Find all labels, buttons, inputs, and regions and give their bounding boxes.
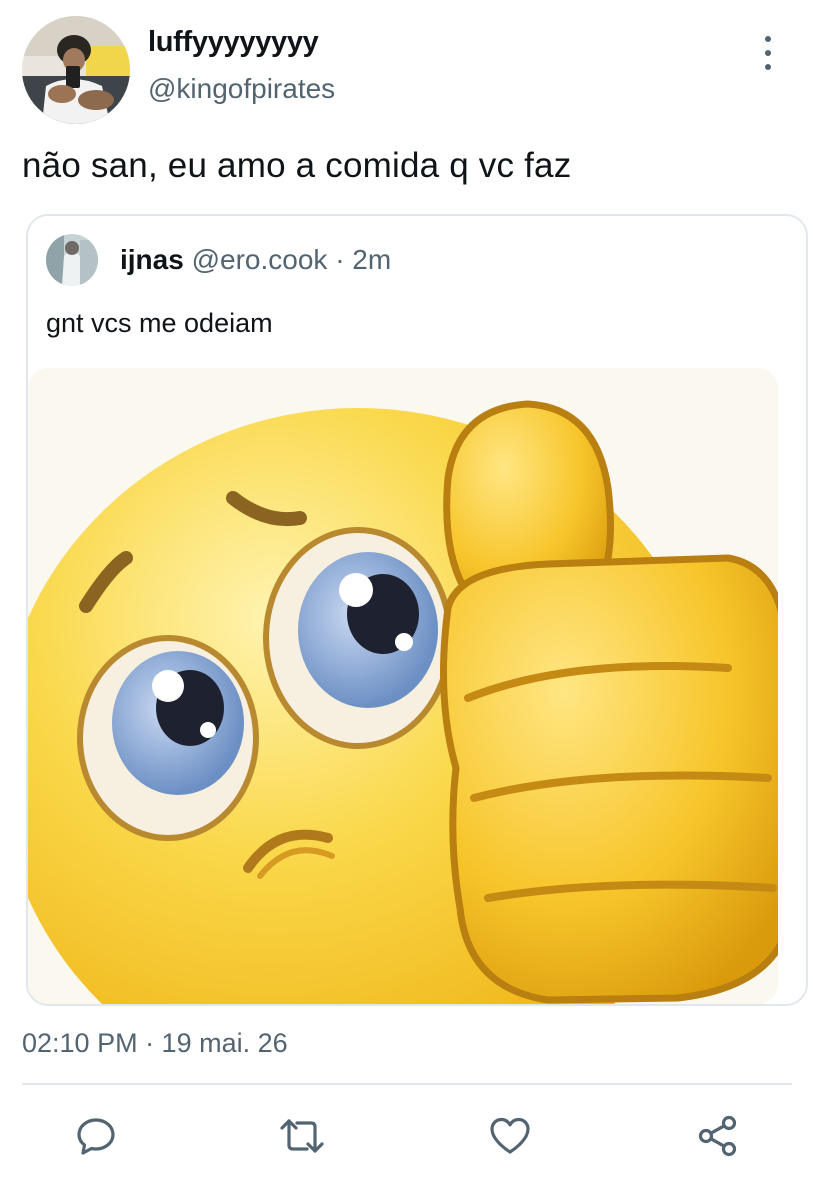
quoted-header: ijnas @ero.cook · 2m <box>120 244 391 276</box>
share-button[interactable] <box>694 1112 742 1160</box>
retweet-button[interactable] <box>278 1112 326 1160</box>
sad-emoji-thumbs-down-icon <box>28 368 778 1004</box>
tweet-detail: luffyyyyyyyy @kingofpirates não san, eu … <box>0 0 813 1200</box>
heart-icon <box>490 1117 530 1154</box>
tweet-text: não san, eu amo a comida q vc faz <box>22 146 572 185</box>
quoted-author-name[interactable]: ijnas <box>120 244 184 275</box>
more-options-icon[interactable] <box>752 36 784 70</box>
quoted-meta: @ero.cook · 2m <box>191 244 392 275</box>
author-handle[interactable]: @kingofpirates <box>148 73 335 105</box>
quoted-image[interactable] <box>28 368 778 1004</box>
quoted-text: gnt vcs me odeiam <box>46 308 273 338</box>
reply-button[interactable] <box>72 1112 120 1160</box>
more-dot <box>765 50 771 56</box>
share-icon <box>698 1115 737 1157</box>
retweet-icon <box>280 1119 324 1153</box>
divider <box>22 1083 792 1085</box>
author-display-name[interactable]: luffyyyyyyyy <box>148 26 319 59</box>
reply-icon <box>77 1118 115 1155</box>
more-dot <box>765 64 771 70</box>
quoted-author-avatar[interactable] <box>46 234 98 286</box>
author-avatar[interactable] <box>22 16 130 124</box>
like-button[interactable] <box>486 1112 534 1160</box>
quoted-tweet[interactable]: ijnas @ero.cook · 2m gnt vcs me odeiam <box>26 214 808 1006</box>
more-dot <box>765 36 771 42</box>
tweet-timestamp[interactable]: 02:10 PM · 19 mai. 26 <box>22 1028 288 1059</box>
